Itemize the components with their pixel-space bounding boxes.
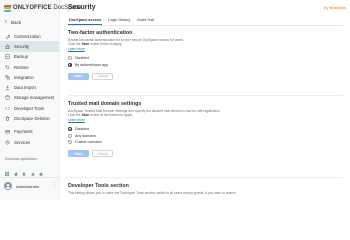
sidebar-item-label: Backup	[14, 54, 28, 60]
tabs-divider	[68, 25, 343, 26]
sidebar-item-services[interactable]: Services	[0, 137, 59, 147]
radio-circle-selected	[68, 127, 72, 132]
section-title: Two-factor authentication	[68, 30, 133, 36]
sidebar-item-label: Storage management	[14, 95, 55, 101]
trusted-radio-group: Disabled Any domains Custom domains	[68, 126, 283, 146]
section-divider	[68, 177, 343, 178]
back-button[interactable]: ‹ Back	[5, 19, 22, 25]
section-description: This setting allows you to make the Deve…	[68, 191, 236, 195]
learn-more-link[interactable]: Learn more	[68, 118, 283, 122]
sidebar-item-restore[interactable]: Restore	[0, 62, 59, 72]
radio-circle	[68, 140, 72, 145]
code-icon	[5, 106, 10, 111]
radio-circle	[68, 133, 72, 138]
backup-icon	[5, 54, 10, 59]
trusted-buttons: Save Cancel	[68, 150, 283, 158]
section-divider	[68, 95, 343, 96]
developer-tools-section: Developer Tools section This setting all…	[68, 183, 318, 195]
avatar	[4, 182, 12, 190]
section-description: Enable two-factor authentication for a m…	[68, 38, 184, 47]
radio-authenticator-app[interactable]: By authenticator app	[68, 61, 268, 68]
services-icon	[5, 140, 10, 145]
sidebar: ONLYOFFICE DocSpace ‹ Back Customization…	[0, 0, 81, 200]
tab-docspace-access[interactable]: DocSpace access	[68, 18, 103, 25]
arrow-left-icon: ‹	[5, 19, 7, 25]
main-content: Security Try Business DocSpace access Lo…	[61, 0, 350, 200]
sidebar-item-label: Developer Tools	[14, 105, 44, 111]
radio-circle-selected	[68, 62, 72, 67]
payments-icon	[5, 129, 10, 134]
sidebar-item-label: Security	[14, 43, 30, 49]
back-label: Back	[11, 20, 22, 25]
sidebar-item-label: Customization	[14, 33, 41, 39]
sidebar-item-developer-tools[interactable]: Developer Tools	[0, 103, 59, 113]
settings-nav: Customization Security Backup Restore In…	[0, 31, 59, 147]
user-name: Administrator	[16, 183, 40, 189]
tab-audit-trail[interactable]: Audit Trail	[136, 18, 155, 25]
sidebar-item-docspace-deletion[interactable]: DocSpace Deletion	[0, 113, 59, 123]
two-factor-section: Two-factor authentication Enable two-fac…	[68, 30, 268, 80]
integration-icon	[5, 75, 10, 80]
sidebar-item-integration[interactable]: Integration	[0, 72, 59, 82]
radio-circle	[68, 56, 72, 61]
sidebar-item-label: Payments	[14, 129, 33, 135]
sidebar-item-backup[interactable]: Backup	[0, 52, 59, 62]
radio-label: Any domains	[75, 133, 96, 138]
save-button[interactable]: Save	[68, 150, 89, 158]
radio-label: By authenticator app	[75, 62, 108, 67]
radio-label: Custom domains	[75, 140, 102, 145]
sidebar-item-security[interactable]: Security	[0, 41, 59, 52]
section-title: Developer Tools section	[68, 183, 129, 189]
sidebar-item-data-import[interactable]: Data Import	[0, 82, 59, 92]
radio-custom-domains[interactable]: Custom domains	[68, 139, 283, 146]
learn-more-link[interactable]: Learn more	[68, 47, 268, 51]
lock-icon	[5, 44, 10, 49]
onlyoffice-logo-icon	[3, 4, 12, 12]
radio-label: Disabled	[75, 127, 89, 132]
two-factor-buttons: Save Cancel	[68, 72, 268, 80]
cancel-button[interactable]: Cancel	[92, 72, 113, 80]
import-icon	[5, 85, 10, 90]
sidebar-item-label: DocSpace Deletion	[14, 116, 50, 122]
paint-brush-icon	[5, 34, 10, 39]
android-icon[interactable]	[31, 163, 35, 176]
two-factor-radio-group: Disabled By authenticator app	[68, 55, 268, 68]
radio-label: Disabled	[75, 56, 89, 61]
windows-icon[interactable]	[5, 163, 9, 176]
sidebar-item-payments[interactable]: Payments	[0, 127, 59, 137]
restore-icon	[5, 65, 10, 70]
cancel-button[interactable]: Cancel	[92, 150, 113, 158]
save-button[interactable]: Save	[68, 72, 89, 80]
sidebar-item-label: Restore	[14, 64, 29, 70]
try-business-link[interactable]: Try Business	[323, 5, 346, 10]
storage-icon	[5, 95, 10, 101]
linux-icon[interactable]	[22, 163, 26, 176]
apple-icon[interactable]	[13, 163, 18, 176]
download-apps-label: Download applications:	[5, 157, 38, 161]
sidebar-item-storage-management[interactable]: Storage management	[0, 93, 59, 103]
trash-icon	[5, 116, 10, 121]
sidebar-item-label: Services	[14, 139, 31, 145]
section-title: Trusted mail domain settings	[68, 101, 142, 107]
tab-login-history[interactable]: Login History	[107, 18, 131, 25]
sidebar-item-label: Integration	[14, 74, 34, 80]
sidebar-divider	[0, 177, 59, 178]
os-icons	[5, 163, 43, 176]
page-title: Security	[68, 4, 96, 11]
ios-icon[interactable]	[39, 163, 43, 176]
sidebar-item-label: Data Import	[14, 85, 36, 91]
user-profile[interactable]: Administrator ⋮	[4, 182, 58, 190]
security-tabs: DocSpace access Login History Audit Trai…	[68, 18, 155, 25]
sidebar-item-customization[interactable]: Customization	[0, 31, 59, 41]
more-vertical-icon[interactable]: ⋮	[52, 183, 57, 188]
trusted-mail-section: Trusted mail domain settings DocSpace Tr…	[68, 101, 283, 158]
section-description: DocSpace Trusted Mail Domain Settings is…	[68, 109, 221, 118]
